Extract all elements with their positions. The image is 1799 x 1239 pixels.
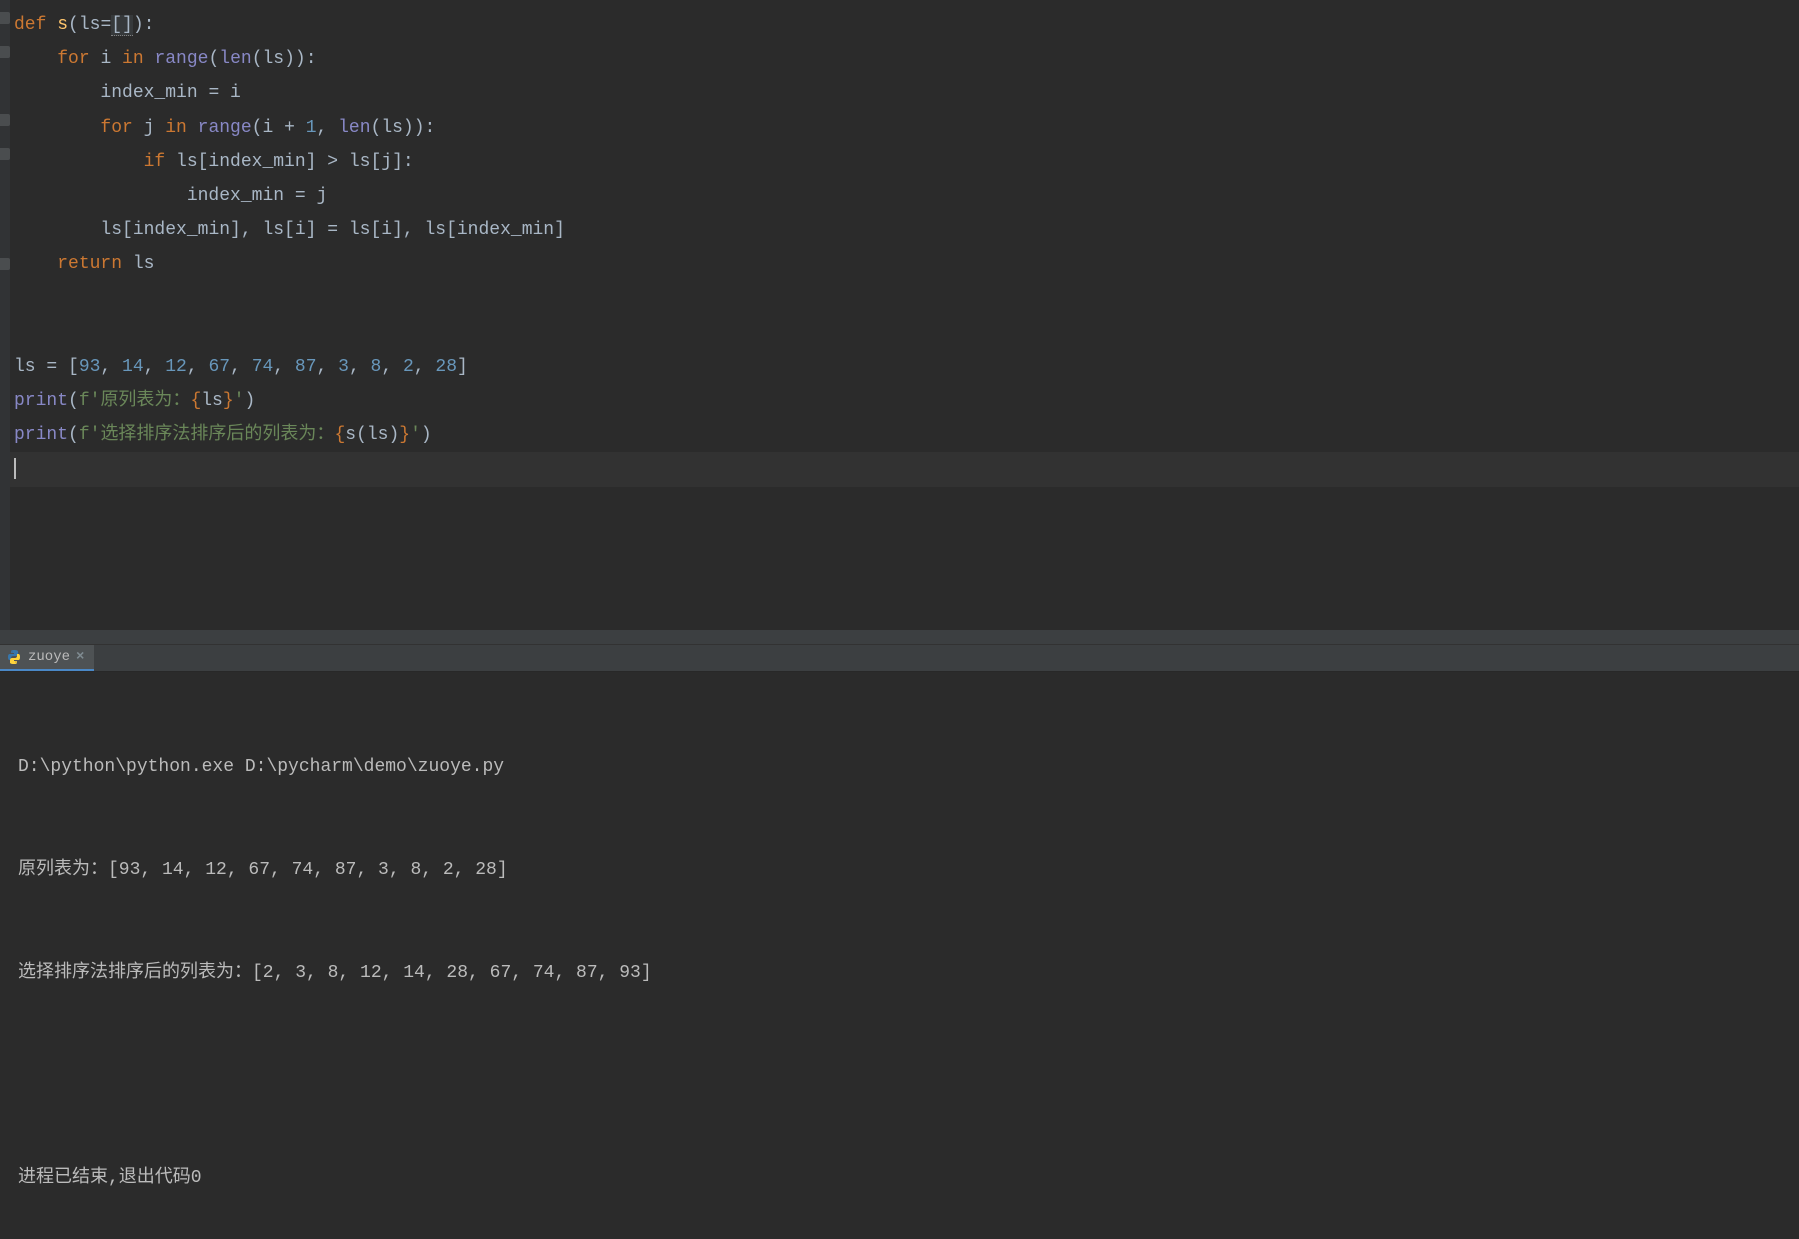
run-tab-zuoye[interactable]: zuoye × bbox=[0, 645, 94, 671]
code-line-2[interactable]: for i in range(len(ls)): bbox=[14, 42, 1789, 76]
code-line-10[interactable] bbox=[14, 316, 1789, 350]
run-console[interactable]: D:\python\python.exe D:\pycharm\demo\zuo… bbox=[0, 672, 1799, 1239]
code-line-13[interactable]: print(f'选择排序法排序后的列表为：{s(ls)}') bbox=[14, 418, 1789, 452]
code-line-3[interactable]: index_min = i bbox=[14, 76, 1789, 110]
code-line-6[interactable]: index_min = j bbox=[14, 179, 1789, 213]
console-command: D:\python\python.exe D:\pycharm\demo\zuo… bbox=[18, 750, 1781, 784]
console-output-2: 选择排序法排序后的列表为：[2, 3, 8, 12, 14, 28, 67, 7… bbox=[18, 956, 1781, 990]
code-line-5[interactable]: if ls[index_min] > ls[j]: bbox=[14, 145, 1789, 179]
close-icon[interactable]: × bbox=[76, 644, 84, 671]
code-editor[interactable]: def s(ls=[]): for i in range(len(ls)): i… bbox=[0, 0, 1799, 630]
code-line-11[interactable]: ls = [93, 14, 12, 67, 74, 87, 3, 8, 2, 2… bbox=[14, 350, 1789, 384]
editor-gutter bbox=[0, 0, 10, 630]
text-caret bbox=[14, 458, 16, 479]
code-line-4[interactable]: for j in range(i + 1, len(ls)): bbox=[14, 111, 1789, 145]
run-tab-label: zuoye bbox=[28, 644, 70, 671]
code-line-8[interactable]: return ls bbox=[14, 247, 1789, 281]
code-line-1[interactable]: def s(ls=[]): bbox=[14, 8, 1789, 42]
caret-line[interactable] bbox=[4, 452, 1799, 486]
python-icon bbox=[6, 649, 22, 665]
code-line-12[interactable]: print(f'原列表为：{ls}') bbox=[14, 384, 1789, 418]
run-tab-bar: zuoye × bbox=[0, 644, 1799, 672]
code-line-9[interactable] bbox=[14, 282, 1789, 316]
panel-divider[interactable] bbox=[0, 630, 1799, 644]
console-exit: 进程已结束,退出代码0 bbox=[18, 1161, 1781, 1195]
console-blank bbox=[18, 1058, 1781, 1092]
console-output-1: 原列表为：[93, 14, 12, 67, 74, 87, 3, 8, 2, 2… bbox=[18, 853, 1781, 887]
code-line-7[interactable]: ls[index_min], ls[i] = ls[i], ls[index_m… bbox=[14, 213, 1789, 247]
